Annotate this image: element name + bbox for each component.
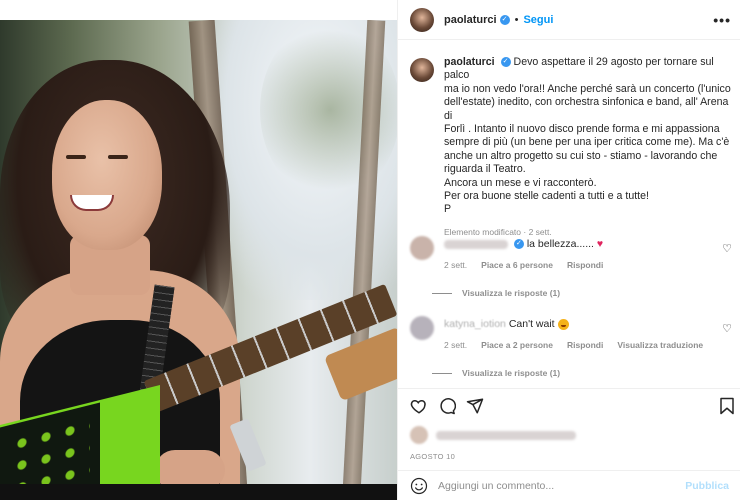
caption-line: Per ora buone stelle cadenti a tutti e a… bbox=[444, 190, 649, 203]
save-bookmark-icon[interactable] bbox=[719, 397, 735, 415]
avatar[interactable] bbox=[410, 58, 434, 82]
emoji-picker-icon[interactable] bbox=[410, 477, 428, 495]
caption-line: sempre di più (un bene per una iper crit… bbox=[444, 136, 730, 149]
photo-arm bbox=[155, 450, 225, 484]
verified-badge-icon: ✓ bbox=[499, 14, 510, 25]
post-header: paolaturci ✓ • Segui ••• bbox=[398, 0, 740, 40]
header-username[interactable]: paolaturci bbox=[444, 14, 497, 26]
comment-username[interactable]: katyna_iotion bbox=[444, 318, 506, 330]
reply-button[interactable]: Rispondi bbox=[567, 260, 603, 270]
view-replies-label: Visualizza le risposte (1) bbox=[462, 288, 561, 298]
photo-eye bbox=[108, 155, 128, 159]
separator-dot: • bbox=[514, 13, 519, 26]
comment-likes-link[interactable]: Piace a 2 persone bbox=[481, 340, 553, 350]
more-options-icon[interactable]: ••• bbox=[713, 12, 731, 28]
comment-body: ✓ la bellezza...... ♥ 2 sett. Piace a 6 … bbox=[444, 238, 714, 270]
translate-button[interactable]: Visualizza traduzione bbox=[617, 340, 703, 350]
comment-time: 2 sett. bbox=[444, 340, 468, 350]
comment-username-blurred[interactable] bbox=[444, 239, 508, 249]
caption-line: Forlì . Intanto il nuovo disco prende fo… bbox=[444, 123, 720, 136]
modal-backdrop bbox=[0, 484, 397, 500]
caption-username[interactable]: paolaturci bbox=[444, 56, 495, 68]
post-caption: paolaturci ✓ Devo aspettare il 29 agosto… bbox=[410, 56, 732, 239]
post-date: AGOSTO 10 bbox=[410, 452, 456, 461]
caption-line: Ancora un mese e vi racconterò. bbox=[444, 176, 597, 189]
liked-by-row[interactable] bbox=[410, 426, 610, 444]
post-photo[interactable] bbox=[0, 20, 397, 484]
red-heart-emoji-icon: ♥ bbox=[596, 238, 604, 250]
caption-text: paolaturci ✓ Devo aspettare il 29 agosto… bbox=[444, 56, 732, 239]
caption-line: dell'estate) inedito, con orchestra sinf… bbox=[444, 96, 729, 122]
comment-text: la bellezza...... bbox=[526, 238, 594, 250]
publish-button[interactable]: Pubblica bbox=[685, 480, 729, 492]
caption-line: ma io non vedo l'ora!! Anche perché sarà… bbox=[444, 82, 731, 95]
caption-line: riguarda il Teatro. bbox=[444, 163, 526, 176]
comment-meta: 2 sett. Piace a 6 persone Rispondi bbox=[444, 260, 714, 270]
view-replies-label: Visualizza le risposte (1) bbox=[462, 368, 561, 378]
photo-face bbox=[52, 100, 162, 250]
share-paper-plane-icon[interactable] bbox=[466, 397, 484, 415]
comment-time: 2 sett. bbox=[444, 260, 468, 270]
reply-button[interactable]: Rispondi bbox=[567, 340, 603, 350]
verified-badge-icon: ✓ bbox=[513, 239, 524, 250]
comment-bubble-icon[interactable] bbox=[438, 397, 456, 415]
caption-line: P bbox=[444, 203, 452, 216]
caption-line: anche un altro progetto su cui sto - sti… bbox=[444, 149, 718, 162]
avatar[interactable] bbox=[410, 236, 434, 260]
liked-by-text-blurred bbox=[436, 430, 576, 440]
liker-avatar bbox=[410, 426, 428, 444]
avatar[interactable] bbox=[410, 316, 434, 340]
like-comment-heart-icon[interactable]: ♡ bbox=[722, 242, 732, 255]
instagram-post-modal: paolaturci ✓ • Segui ••• paolaturci ✓ De… bbox=[0, 0, 740, 500]
replies-line bbox=[432, 292, 452, 294]
add-comment-bar: Pubblica bbox=[398, 470, 740, 500]
post-actions-bar bbox=[398, 388, 740, 422]
like-heart-icon[interactable] bbox=[410, 397, 428, 415]
replies-line bbox=[432, 372, 452, 374]
follow-button[interactable]: Segui bbox=[523, 14, 553, 26]
avatar[interactable] bbox=[410, 7, 434, 32]
comment-text: Can't wait bbox=[508, 318, 555, 330]
comment-likes-link[interactable]: Piace a 6 persone bbox=[481, 260, 553, 270]
view-replies-button[interactable]: Visualizza le risposte (1) bbox=[432, 368, 560, 378]
comment-body: katyna_iotion Can't wait 2 sett. Piace a… bbox=[444, 318, 714, 350]
photo-eye bbox=[66, 155, 86, 159]
like-comment-heart-icon[interactable]: ♡ bbox=[722, 322, 732, 335]
verified-badge-icon: ✓ bbox=[500, 57, 511, 68]
smiling-face-heart-eyes-emoji-icon bbox=[557, 318, 569, 330]
comment-input[interactable] bbox=[438, 479, 668, 492]
post-side-panel: paolaturci ✓ • Segui ••• paolaturci ✓ De… bbox=[397, 0, 740, 500]
comment-meta: 2 sett. Piace a 2 persone Rispondi Visua… bbox=[444, 340, 714, 350]
view-replies-button[interactable]: Visualizza le risposte (1) bbox=[432, 288, 560, 298]
